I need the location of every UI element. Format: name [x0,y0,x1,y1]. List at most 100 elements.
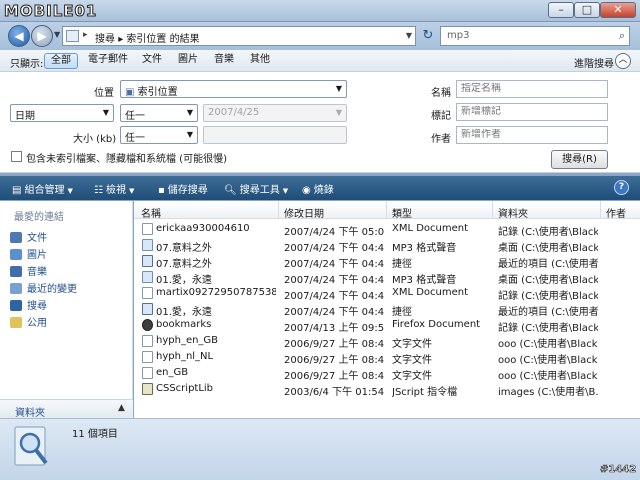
save-search-button[interactable]: ▪ 儲存搜尋 [158,181,208,196]
cell-folder: 最近的項目 (C:\使用者\... [498,307,598,318]
date-field-select[interactable]: 日期 ▼ [10,104,114,122]
command-toolbar: ▤ 組合管理 ▼ ☷ 檢視 ▼ ▪ 儲存搜尋 🔍︎ 搜尋工具 ▼ ◉ 燒錄 ? [0,176,640,200]
nav-item-documents[interactable]: 文件 [10,229,47,244]
maximize-button[interactable]: □ [574,2,600,18]
nav-item-searches[interactable]: 搜尋 [10,297,47,312]
cell-folder: 記錄 (C:\使用者\Black... [498,227,598,238]
column-author[interactable]: 作者 [606,205,626,220]
nav-item-public[interactable]: 公用 [10,314,47,329]
cell-type: JScript 指令檔 [392,387,458,398]
date-operator-select[interactable]: 任一 ▼ [120,104,198,122]
filter-pictures[interactable]: 圖片 [172,53,204,69]
details-pane: 11 個項目 [0,418,640,480]
table-row[interactable]: 01.愛，永遠 2007/4/24 下午 04:44 捷徑 最近的項目 (C:\使用者… [134,301,640,318]
back-button[interactable]: ◀ [8,25,30,47]
table-row[interactable]: 07.意料之外 2007/4/24 下午 04:48 MP3 格式聲音 桌面 (C:\… [134,237,640,254]
address-dropdown-icon[interactable]: ▼ [406,31,412,40]
author-field[interactable] [456,126,608,144]
cell-type: 捷徑 [392,307,412,318]
chevron-down-icon: ▼ [186,108,193,117]
column-type[interactable]: 類型 [392,205,412,220]
nav-item-recent[interactable]: 最近的變更 [10,280,77,295]
forward-button[interactable]: ▶ [31,25,53,47]
breadcrumb-results[interactable]: 索引位置 的結果 [126,34,199,45]
filter-music[interactable]: 音樂 [208,53,240,69]
size-operator-select[interactable]: 任一 ▼ [120,126,198,144]
column-date-modified[interactable]: 修改日期 [284,205,324,220]
search-icon[interactable]: ⌕ [619,29,625,43]
table-row[interactable]: 01.愛，永遠 2007/4/24 下午 04:45 MP3 格式聲音 桌面 (C:\… [134,269,640,286]
close-button[interactable]: ✕ [600,2,636,18]
collapse-chevron-icon[interactable]: ︿ [615,53,631,69]
xml-file-icon [142,223,153,235]
chevron-down-icon: ▼ [102,108,109,117]
organize-button[interactable]: ▤ 組合管理 ▼ [12,181,73,196]
column-name[interactable]: 名稱 [141,205,161,220]
filter-bar: 只顯示: 全部 電子郵件 文件 圖片 音樂 其他 進階搜尋 ︿ [0,50,640,72]
history-dropdown-icon[interactable]: ▼ [54,30,60,39]
search-button[interactable]: 搜尋(R) [551,150,608,169]
name-field[interactable] [456,80,608,98]
help-icon[interactable]: ? [614,180,629,195]
table-row[interactable]: 07.意料之外 2007/4/24 下午 04:46 捷徑 最近的項目 (C:\使用者… [134,253,640,270]
column-folder[interactable]: 資料夾 [498,205,528,220]
breadcrumb-arrow-icon[interactable]: ▸ [83,30,88,40]
minimize-button[interactable]: – [548,2,574,18]
cell-date: 2007/4/24 下午 04:44 [284,307,384,318]
breadcrumb-search[interactable]: 搜尋 [95,34,115,45]
table-row[interactable]: martix09272950787538 2007/4/24 下午 04:44 XM… [134,285,640,302]
tag-field[interactable] [456,103,608,121]
search-tools-button[interactable]: 🔍︎ 搜尋工具 ▼ [224,181,288,196]
chevron-down-icon: ▼ [335,108,342,117]
location-value-text: 索引位置 [137,87,178,98]
table-row[interactable]: bookmarks 2007/4/13 上午 09:56 Firefox Docum… [134,317,640,334]
folders-bar[interactable]: 資料夾 ▲ [0,399,133,419]
chevron-up-icon[interactable]: ▲ [118,403,125,413]
chevron-down-icon: ▼ [128,187,135,195]
include-nonindexed-label[interactable]: 包含未索引檔案、隱藏檔和系統檔 (可能很慢) [26,150,227,165]
pictures-icon [10,249,22,260]
column-separator[interactable] [386,201,387,219]
size-value-field [203,126,347,144]
date-picker: 2007/4/25 ▼ [203,104,347,122]
lnk-file-icon [142,255,153,267]
burn-button[interactable]: ◉ 燒錄 [302,181,334,196]
save-icon: ▪ [158,185,165,196]
table-row[interactable]: CSScriptLib 2003/6/4 下午 01:54 JScript 指令檔 i… [134,381,640,398]
cell-folder: images (C:\使用者\B... [498,387,598,398]
advanced-search-label[interactable]: 進階搜尋 [574,55,614,70]
table-row[interactable]: en_GB 2006/9/27 上午 08:48 文字文件 ooo (C:\使用者\B… [134,365,640,382]
refresh-icon[interactable]: ↻ [420,28,436,44]
address-bar[interactable]: ▸ 搜尋 ▸ 索引位置 的結果 ▼ [62,26,416,46]
table-row[interactable]: erickaa930004610 2007/4/24 下午 05:01 XML Do… [134,221,640,238]
views-button[interactable]: ☷ 檢視 ▼ [94,181,134,196]
tag-input[interactable] [461,106,601,117]
filter-email[interactable]: 電子郵件 [82,53,134,69]
tag-label: 標記 [431,111,451,122]
search-box[interactable]: ⌕ [440,26,630,46]
item-count: 11 個項目 [72,429,118,440]
table-row[interactable]: hyph_nl_NL 2006/9/27 上午 08:48 文字文件 ooo (C:\… [134,349,640,366]
search-input[interactable] [447,30,602,41]
column-separator[interactable] [600,201,601,219]
name-input[interactable] [461,83,601,94]
filter-all[interactable]: 全部 [44,53,78,69]
cell-date: 2003/6/4 下午 01:54 [284,387,384,398]
nav-item-label: 音樂 [27,267,47,278]
cell-name: CSScriptLib [156,383,214,394]
column-separator[interactable] [492,201,493,219]
location-select[interactable]: ▣ 索引位置 ▼ [120,80,347,98]
filter-other[interactable]: 其他 [244,53,276,69]
lnk-file-icon [142,303,153,315]
filter-documents[interactable]: 文件 [136,53,168,69]
cell-date: 2006/9/27 上午 08:48 [284,339,384,350]
nav-item-label: 圖片 [27,250,47,261]
nav-item-label: 搜尋 [27,301,47,312]
author-input[interactable] [461,129,601,140]
nav-item-music[interactable]: 音樂 [10,263,47,278]
column-separator[interactable] [278,201,279,219]
size-operator-value: 任一 [125,133,145,144]
table-row[interactable]: hyph_en_GB 2006/9/27 上午 08:48 文字文件 ooo (C:\… [134,333,640,350]
nav-item-pictures[interactable]: 圖片 [10,246,47,261]
include-nonindexed-checkbox[interactable] [11,151,22,162]
